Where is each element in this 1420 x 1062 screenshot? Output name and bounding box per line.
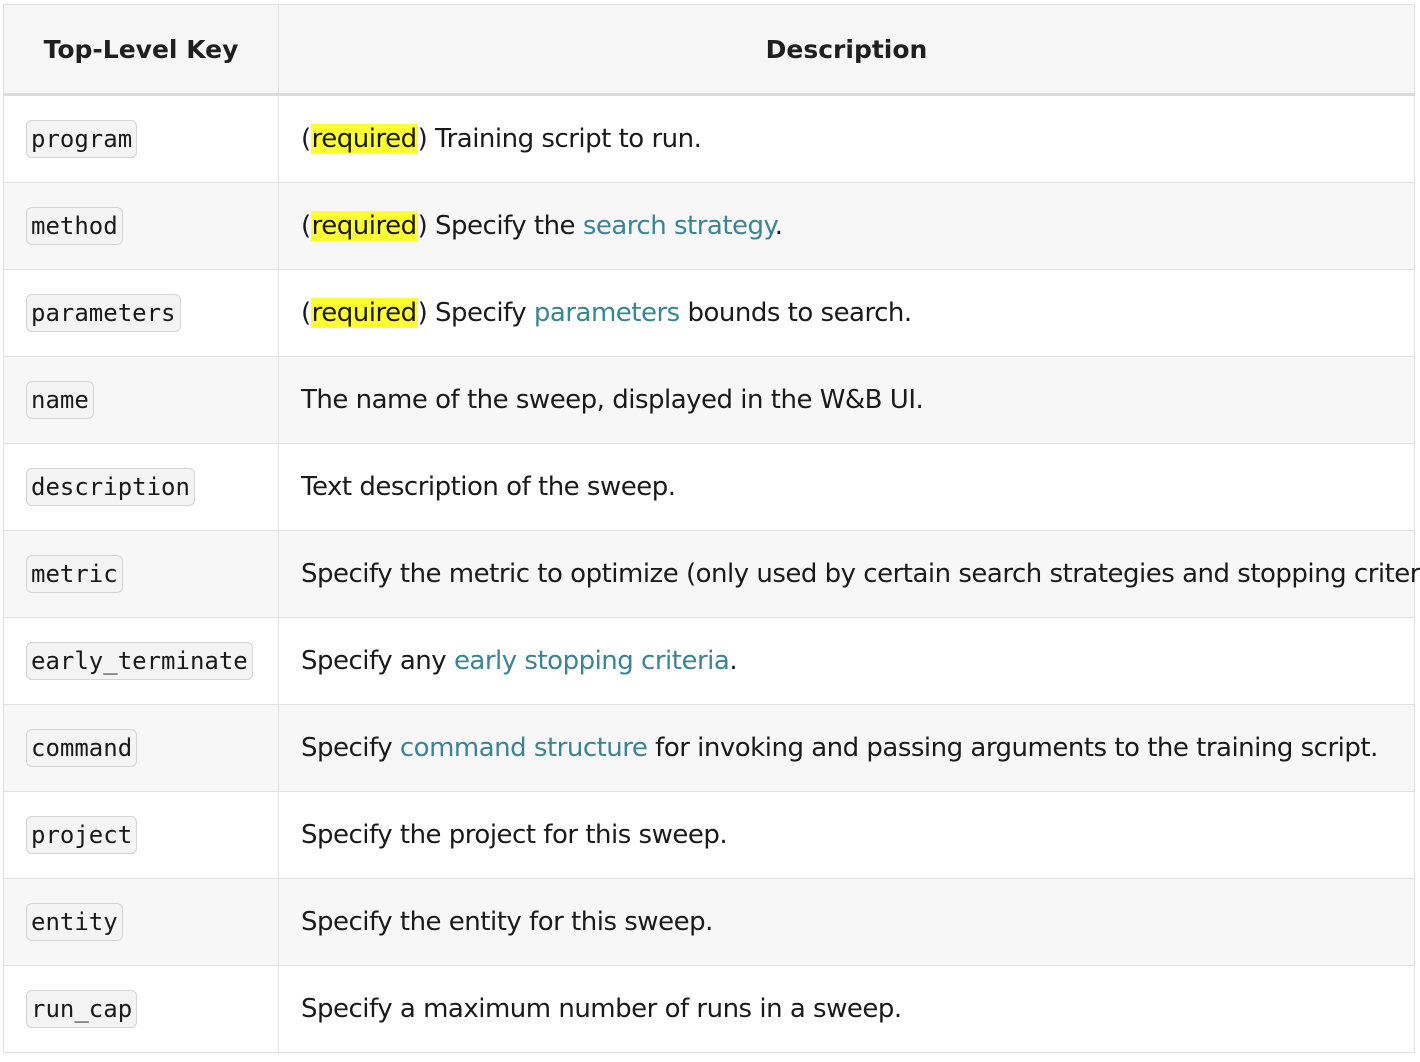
table-row: early_terminate Specify any early stoppin… <box>3 617 1415 705</box>
description-suffix: . <box>774 211 783 241</box>
required-highlight: required <box>310 211 418 241</box>
description-text: Specify <box>301 733 400 763</box>
key-cell: description <box>3 443 279 531</box>
config-key-code: description <box>26 468 195 506</box>
description-cell: (required) Training script to run. <box>278 94 1415 183</box>
table-row: description Text description of the sweep… <box>3 443 1415 531</box>
key-cell: parameters <box>3 269 279 357</box>
config-key-code: program <box>26 120 138 158</box>
description-text: Specify any <box>301 646 454 676</box>
description-text: Specify the project for this sweep. <box>301 820 728 850</box>
description-cell: Specify the metric to optimize (only use… <box>278 530 1420 618</box>
description-text: The name of the sweep, displayed in the … <box>301 385 924 415</box>
header-top-level-key: Top-Level Key <box>3 4 279 96</box>
description-cell: Specify command structure for invoking a… <box>278 704 1415 792</box>
table-header-row: Top-Level Key Description <box>3 4 1415 96</box>
description-cell: Specify a maximum number of runs in a sw… <box>278 965 1415 1053</box>
description-text: ) Specify <box>417 298 534 328</box>
key-cell: command <box>3 704 279 792</box>
description-link[interactable]: parameters <box>534 298 680 328</box>
description-text: ) Specify the <box>417 211 583 241</box>
description-link[interactable]: search strategy <box>583 211 775 241</box>
key-cell: name <box>3 356 279 444</box>
table-row: parameters (required) Specify parameters … <box>3 269 1415 357</box>
description-cell: Text description of the sweep. <box>278 443 1415 531</box>
config-key-code: method <box>26 207 123 245</box>
description-cell: Specify any early stopping criteria. <box>278 617 1415 705</box>
description-suffix: . <box>729 646 738 676</box>
description-prefix: ( <box>301 298 311 328</box>
description-link[interactable]: early stopping criteria <box>454 646 730 676</box>
config-key-code: name <box>26 381 94 419</box>
key-cell: project <box>3 791 279 879</box>
config-key-code: entity <box>26 903 123 941</box>
description-cell: The name of the sweep, displayed in the … <box>278 356 1415 444</box>
description-text: Specify the metric to optimize (only use… <box>301 559 1420 589</box>
table-row: project Specify the project for this swee… <box>3 791 1415 879</box>
description-cell: (required) Specify parameters bounds to … <box>278 269 1415 357</box>
config-key-code: early_terminate <box>26 642 253 680</box>
key-cell: program <box>3 94 279 183</box>
description-text: ) Training script to run. <box>417 124 702 154</box>
key-cell: method <box>3 182 279 270</box>
table-row: name The name of the sweep, displayed in … <box>3 356 1415 444</box>
required-highlight: required <box>310 124 418 154</box>
table-row: method (required) Specify the search stra… <box>3 182 1415 270</box>
description-text: Specify a maximum number of runs in a sw… <box>301 994 902 1024</box>
description-prefix: ( <box>301 211 311 241</box>
description-cell: Specify the entity for this sweep. <box>278 878 1415 966</box>
description-link[interactable]: command structure <box>400 733 648 763</box>
description-cell: (required) Specify the search strategy. <box>278 182 1415 270</box>
config-key-code: command <box>26 729 138 767</box>
table-body: program (required) Training script to run… <box>3 94 1420 1053</box>
description-text: Text description of the sweep. <box>301 472 676 502</box>
config-key-code: parameters <box>26 294 181 332</box>
table-row: run_cap Specify a maximum number of runs … <box>3 965 1415 1053</box>
description-cell: Specify the project for this sweep. <box>278 791 1415 879</box>
header-description: Description <box>278 4 1415 96</box>
config-key-code: run_cap <box>26 990 138 1028</box>
config-key-code: project <box>26 816 138 854</box>
description-suffix: bounds to search. <box>679 298 912 328</box>
description-text: Specify the entity for this sweep. <box>301 907 713 937</box>
key-cell: entity <box>3 878 279 966</box>
key-cell: early_terminate <box>3 617 279 705</box>
key-cell: metric <box>3 530 279 618</box>
table-row: command Specify command structure for inv… <box>3 704 1415 792</box>
description-prefix: ( <box>301 124 311 154</box>
sweep-config-table: Top-Level Key Description program (requir… <box>3 4 1420 1053</box>
table-row: entity Specify the entity for this sweep. <box>3 878 1415 966</box>
config-key-code: metric <box>26 555 123 593</box>
sweep-config-table-container: Top-Level Key Description program (requir… <box>3 4 1420 1053</box>
table-row: metric Specify the metric to optimize (on… <box>3 530 1420 618</box>
key-cell: run_cap <box>3 965 279 1053</box>
table-row: program (required) Training script to run… <box>3 94 1415 183</box>
description-suffix: for invoking and passing arguments to th… <box>647 733 1378 763</box>
required-highlight: required <box>310 298 418 328</box>
